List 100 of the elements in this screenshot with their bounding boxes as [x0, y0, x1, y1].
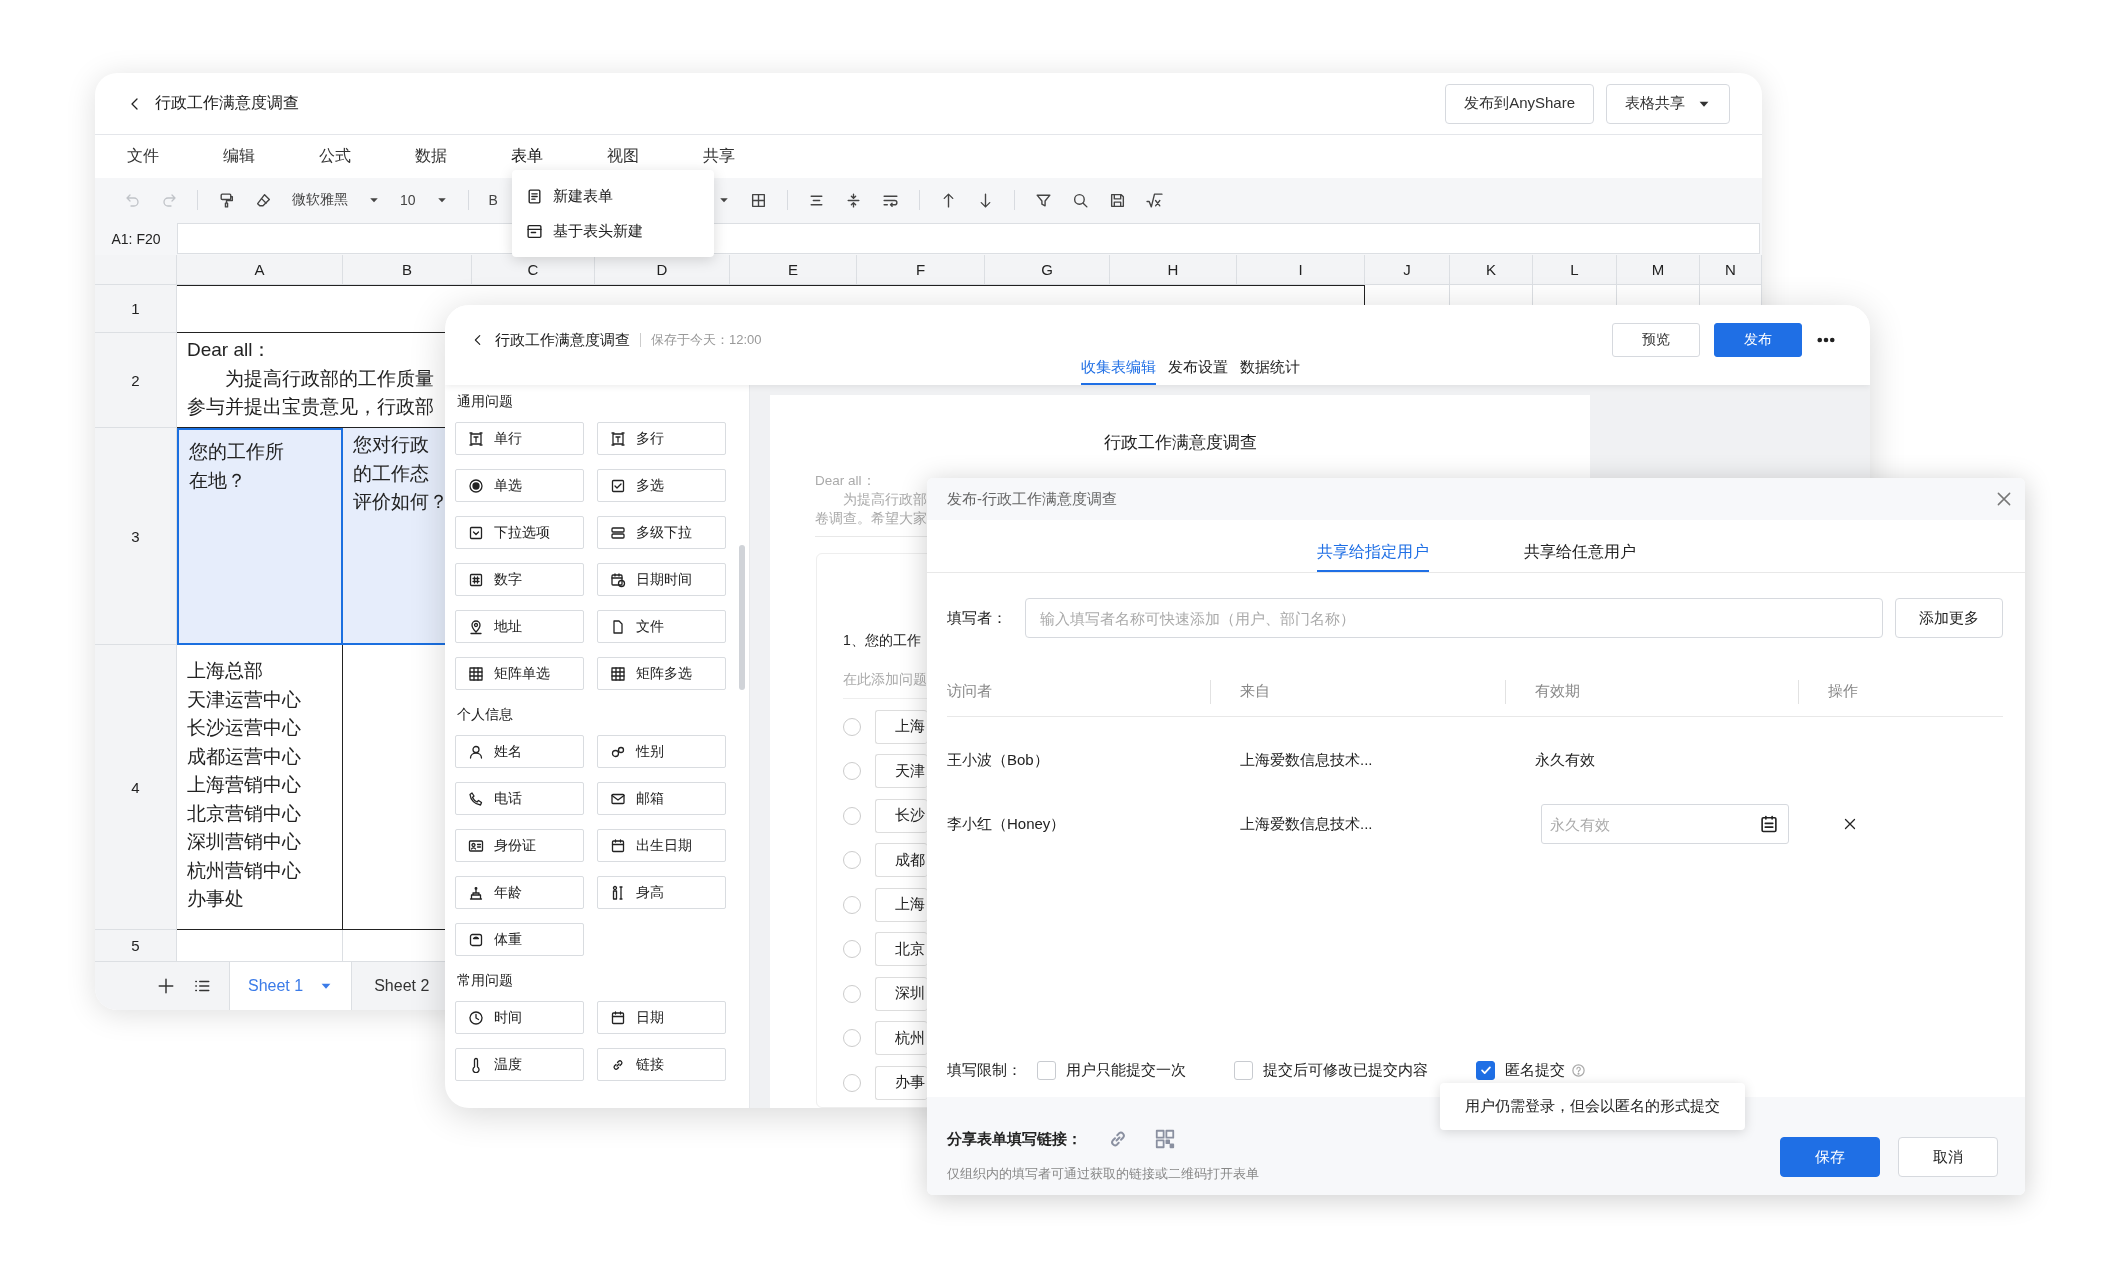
table-cell: 永久有效	[1535, 750, 1595, 770]
table-cell: 您的工作所 在地？	[177, 428, 343, 645]
row-header: 5	[95, 930, 177, 962]
row-header: 1	[95, 285, 177, 333]
column-header: A	[177, 255, 343, 285]
table-cell: 上海爱数信息技术...	[1240, 750, 1373, 770]
add-more-button[interactable]: 添加更多	[1895, 598, 2003, 638]
tab[interactable]: 数据统计	[1240, 358, 1300, 385]
action-button[interactable]: 发布到AnyShare	[1445, 83, 1594, 124]
column-header: I	[1237, 255, 1365, 285]
intro-text: 为提高行政部	[842, 491, 927, 509]
section-title: 常用问题	[457, 972, 514, 989]
menu-item[interactable]: 视图	[575, 146, 671, 167]
tab[interactable]: 共享给任意用户	[1523, 542, 1636, 572]
preview-button[interactable]: 预览	[1612, 323, 1700, 357]
question-type-button[interactable]: 矩阵单选	[455, 657, 584, 690]
table-cell: 李小红（Honey）	[947, 814, 1066, 834]
column-header: D	[595, 255, 730, 285]
input-field[interactable]: 输入填写者名称可快速添加（用户、部门名称）	[1025, 598, 1883, 638]
question-type-button[interactable]: 身高	[597, 876, 726, 909]
question-type-button[interactable]: 性别	[597, 735, 726, 768]
menu-item[interactable]: 编辑	[191, 146, 287, 167]
cancel-button[interactable]: 取消	[1898, 1137, 1998, 1177]
column-header: 访问者	[947, 681, 992, 701]
section-title: 个人信息	[457, 706, 514, 723]
question-type-button[interactable]: 身份证	[455, 829, 584, 862]
dialog-title: 发布-行政工作满意度调查	[947, 489, 1118, 509]
question-type-button[interactable]: 数字	[455, 563, 584, 596]
question-type-button[interactable]: 电话	[455, 782, 584, 815]
option-label: 提交后可修改已提交内容	[1263, 1060, 1428, 1080]
column-header: M	[1617, 255, 1700, 285]
field-label: 填写限制：	[947, 1060, 1023, 1080]
row-header: 4	[95, 645, 177, 930]
question-type-button[interactable]: 日期	[597, 1001, 726, 1034]
menu-option[interactable]: 新建表单	[553, 186, 613, 206]
question-type-button[interactable]: 日期时间	[597, 563, 726, 596]
date-field[interactable]: 永久有效	[1541, 804, 1789, 844]
column-header: H	[1110, 255, 1237, 285]
menu-item[interactable]: 文件	[95, 146, 191, 167]
column-header: 操作	[1828, 681, 1858, 701]
question-type-button[interactable]: 单行	[455, 422, 584, 455]
column-header: L	[1533, 255, 1617, 285]
tab[interactable]: 共享给指定用户	[1316, 542, 1429, 572]
column-header: G	[985, 255, 1110, 285]
share-label: 分享表单填写链接：	[947, 1129, 1082, 1149]
sheet-tab[interactable]: Sheet 1	[229, 962, 353, 1010]
table-cell: 王小波（Bob）	[947, 750, 1049, 770]
question-type-button[interactable]: 出生日期	[597, 829, 726, 862]
cell-reference: A1: F20	[110, 230, 162, 247]
sheet-tab[interactable]: Sheet 2	[370, 962, 434, 1010]
column-header: N	[1700, 255, 1762, 285]
menu-item[interactable]: 公式	[287, 146, 383, 167]
question-type-button[interactable]: 多级下拉	[597, 516, 726, 549]
publish-button[interactable]: 发布	[1714, 323, 1802, 357]
column-header: 有效期	[1535, 681, 1580, 701]
form-title: 行政工作满意度调查	[495, 330, 630, 350]
window-title: 行政工作满意度调查	[155, 93, 299, 113]
row-header: 2	[95, 333, 177, 428]
intro-text: 卷调查。希望大家	[815, 510, 927, 528]
question-type-button[interactable]: 链接	[597, 1048, 726, 1081]
save-status: 保存于今天：12:00	[651, 331, 762, 349]
option-label: 匿名提交	[1505, 1060, 1565, 1080]
menu-option[interactable]: 基于表头新建	[553, 221, 643, 241]
question-type-button[interactable]: 年龄	[455, 876, 584, 909]
table-cell: 上海总部 天津运营中心 长沙运营中心 成都运营中心 上海营销中心 北京营销中心 深圳营销中心 杭州营销中心 办事处	[177, 645, 343, 930]
question-title: 1、您的工作	[843, 631, 921, 650]
column-header: B	[343, 255, 472, 285]
font-dropdown[interactable]: 微软雅黑	[292, 191, 380, 209]
size-dropdown[interactable]: 10	[400, 192, 448, 208]
menu-item[interactable]: 数据	[383, 146, 479, 167]
question-type-button[interactable]: 多行	[597, 422, 726, 455]
question-type-button[interactable]: 文件	[597, 610, 726, 643]
help-tooltip: 用户仍需登录，但会以匿名的形式提交	[1440, 1083, 1745, 1130]
column-header: 来自	[1240, 681, 1270, 701]
question-hint: 在此添加问题	[843, 671, 927, 689]
question-type-button[interactable]: 地址	[455, 610, 584, 643]
menu-item[interactable]: 共享	[671, 146, 767, 167]
question-type-button[interactable]: 姓名	[455, 735, 584, 768]
column-header: K	[1450, 255, 1533, 285]
menu-item[interactable]: 表单	[479, 146, 575, 167]
column-header: C	[472, 255, 595, 285]
table-cell: 上海爱数信息技术...	[1240, 814, 1373, 834]
question-type-button[interactable]: 矩阵多选	[597, 657, 726, 690]
row-header: 3	[95, 428, 177, 645]
option-label: 用户只能提交一次	[1066, 1060, 1186, 1080]
tab[interactable]: 发布设置	[1168, 358, 1228, 385]
question-type-button[interactable]: 下拉选项	[455, 516, 584, 549]
section-title: 通用问题	[457, 393, 514, 410]
question-type-button[interactable]: 时间	[455, 1001, 584, 1034]
bold-button[interactable]: B	[488, 192, 498, 208]
question-type-button[interactable]: 多选	[597, 469, 726, 502]
question-type-button[interactable]: 体重	[455, 923, 584, 956]
action-button[interactable]: 表格共享	[1606, 83, 1730, 124]
save-button[interactable]: 保存	[1780, 1137, 1880, 1177]
question-type-button[interactable]: 单选	[455, 469, 584, 502]
column-header: E	[730, 255, 857, 285]
field-label: 填写者：	[947, 608, 1008, 628]
share-note: 仅组织内的填写者可通过获取的链接或二维码打开表单	[947, 1165, 1260, 1183]
question-type-button[interactable]: 邮箱	[597, 782, 726, 815]
question-type-button[interactable]: 温度	[455, 1048, 584, 1081]
